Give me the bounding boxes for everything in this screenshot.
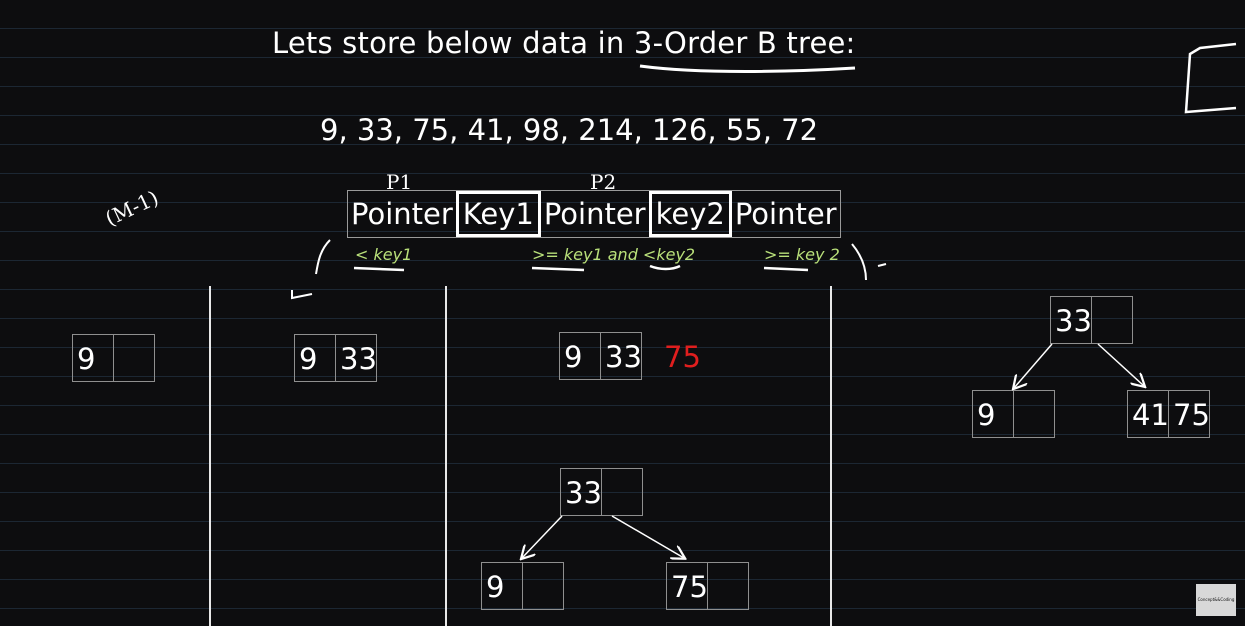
bracket-right-dot bbox=[877, 263, 887, 267]
split-edge-left bbox=[522, 515, 563, 558]
rule2-underline-a bbox=[531, 266, 585, 272]
split-edge-right bbox=[611, 515, 684, 558]
rule1-underline bbox=[353, 266, 405, 272]
step4-edge-left bbox=[1014, 343, 1053, 388]
annotation-strokes bbox=[291, 42, 1237, 626]
partial-box-stroke bbox=[1184, 42, 1237, 114]
title-underline bbox=[639, 64, 856, 73]
rule3-underline bbox=[763, 266, 809, 272]
bracket-left-tick bbox=[291, 290, 313, 300]
rule2-underline-b bbox=[649, 264, 681, 271]
bracket-left bbox=[315, 239, 331, 275]
bracket-right bbox=[851, 243, 867, 281]
step4-edge-right bbox=[1097, 343, 1144, 386]
channel-watermark: Concept&&Coding bbox=[1196, 584, 1236, 616]
